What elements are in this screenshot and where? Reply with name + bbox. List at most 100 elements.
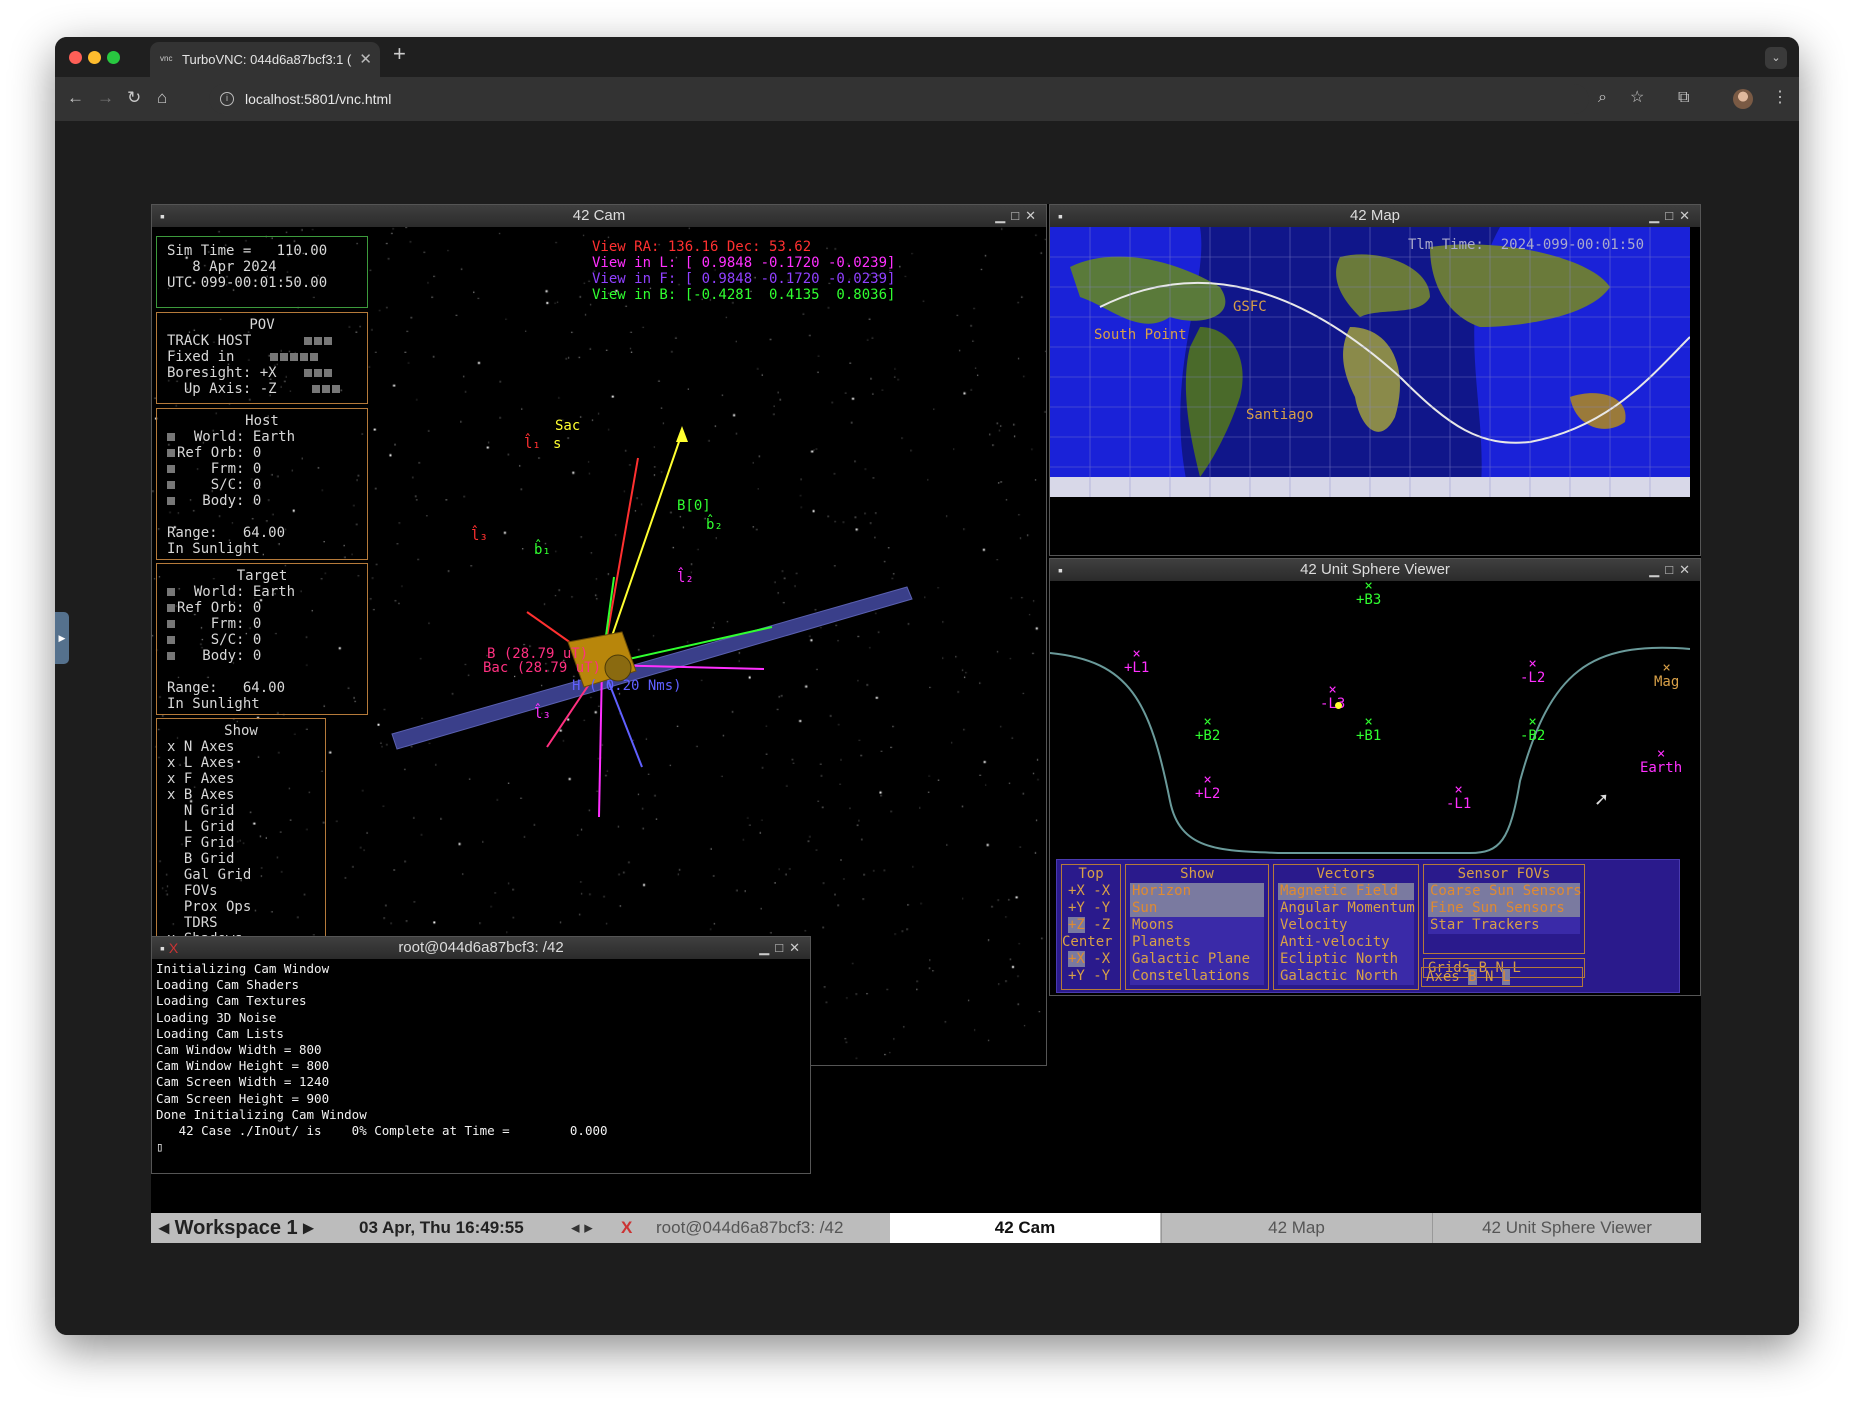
toggle-fine-sun-sensors[interactable]: Fine Sun Sensors [1428,900,1580,917]
top-z-row[interactable]: +Z -Z [1066,917,1116,934]
window-menu-icon[interactable]: ▪ [160,205,165,227]
top-box[interactable]: Top +X -X +Y -Y +Z -Z Center +X -X +Y -Y [1061,864,1121,990]
show-l-grid[interactable]: L Grid [167,819,325,835]
toggle-angular-momentum[interactable]: Angular Momentum [1278,900,1415,917]
show-n-grid[interactable]: N Grid [167,803,325,819]
show-gal-grid[interactable]: Gal Grid [167,867,325,883]
sphere-control-panel[interactable]: Top +X -X +Y -Y +Z -Z Center +X -X +Y -Y… [1056,859,1680,993]
toggle-ecliptic-north[interactable]: Ecliptic North [1278,951,1414,968]
task-sphere-viewer[interactable]: 42 Unit Sphere Viewer [1432,1213,1701,1243]
workspace-switcher[interactable]: ◂ Workspace 1 ▸ [159,1213,313,1243]
tab-search-chevron-icon[interactable]: ⌄ [1765,47,1787,69]
close-tab-icon[interactable]: ✕ [359,42,372,77]
center-y-row[interactable]: +Y -Y [1066,968,1116,985]
toggle-galactic-north[interactable]: Galactic North [1278,968,1414,985]
toggle-coarse-sun-sensors[interactable]: Coarse Sun Sensors [1428,883,1582,900]
menu-icon[interactable]: ⋮ [1772,87,1788,109]
window-controls-icon[interactable]: ▁□✕ [995,205,1042,227]
profile-icon[interactable] [1733,89,1753,109]
show-l-axes[interactable]: x L Axes [167,755,325,771]
toggle-horizon[interactable]: Horizon [1130,883,1264,900]
pov-fixed-in[interactable]: Fixed in [167,349,367,365]
axes-row[interactable]: Axes B N L [1421,967,1583,987]
window-controls-icon[interactable]: ▁□✕ [1649,205,1696,227]
extensions-icon[interactable]: ⧉ [1678,87,1689,109]
new-tab-button[interactable]: + [393,41,406,67]
pov-panel[interactable]: POV TRACK HOST Fixed in Boresight: +X Up… [156,312,368,404]
pov-track-host[interactable]: TRACK HOST [167,333,367,349]
toggle-star-trackers[interactable]: Star Trackers [1428,917,1580,934]
task-42-cam[interactable]: 42 Cam [890,1213,1160,1243]
task-nav-arrows[interactable]: ◂ ▸ [571,1213,593,1243]
center-x-row[interactable]: +X -X [1066,951,1116,968]
show-b-axes[interactable]: x B Axes [167,787,325,803]
terminal-titlebar[interactable]: ▪ X root@044d6a87bcf3: /42 ▁□✕ [152,937,810,959]
top-x-row[interactable]: +X -X [1066,883,1116,900]
back-icon[interactable]: ← [67,87,84,109]
show-box[interactable]: Show Horizon Sun Moons Planets Galactic … [1125,864,1269,990]
toggle-moons[interactable]: Moons [1130,917,1264,934]
site-info-icon[interactable]: i [220,92,234,106]
show-prox-ops[interactable]: Prox Ops [167,899,325,915]
target-row-world[interactable]: World: Earth [167,584,367,600]
host-panel[interactable]: Host World: Earth Ref Orb: 0 Frm: 0 S/C:… [156,408,368,560]
sphere-titlebar[interactable]: ▪ 42 Unit Sphere Viewer ▁□✕ [1050,559,1700,581]
toggle-anti-velocity[interactable]: Anti-velocity [1278,934,1414,951]
cam-titlebar[interactable]: ▪ 42 Cam ▁□✕ [152,205,1046,227]
show-tdrs[interactable]: TDRS [167,915,325,931]
host-row-frm[interactable]: Frm: 0 [167,461,367,477]
star-icon[interactable]: ☆ [1630,87,1644,109]
toggle-constellations[interactable]: Constellations [1130,968,1264,985]
zoom-icon[interactable]: ⌕ [1598,87,1607,109]
vnc-desktop[interactable]: ▪ 42 Cam ▁□✕ View RA: 136.16 Dec: 53.62 … [151,204,1701,1243]
zoom-window-button[interactable] [107,51,120,64]
show-header: Show [224,723,258,739]
window-menu-icon[interactable]: ▪ [1058,559,1063,581]
sphere-window[interactable]: ▪ 42 Unit Sphere Viewer ▁□✕ × +B3 × +L1 × -… [1049,558,1701,996]
map-titlebar[interactable]: ▪ 42 Map ▁□✕ [1050,205,1700,227]
window-menu-icon[interactable]: ▪ X [160,937,178,959]
window-controls-icon[interactable]: ▁□✕ [1649,559,1696,581]
terminal-output[interactable]: Initializing Cam Window Loading Cam Shad… [156,961,608,1155]
host-row-world[interactable]: World: Earth [167,429,367,445]
host-row-sc[interactable]: S/C: 0 [167,477,367,493]
task-terminal[interactable]: root@044d6a87bcf3: /42 [656,1213,876,1243]
browser-toolbar: ← → ↻ ⌂ i localhost:5801/vnc.html ⌕ ☆ ⧉ … [55,77,1799,121]
forward-icon[interactable]: → [97,87,114,109]
task-42-map[interactable]: 42 Map [1161,1213,1431,1243]
host-row-reforb[interactable]: Ref Orb: 0 [167,445,367,461]
minimize-window-button[interactable] [88,51,101,64]
top-y-row[interactable]: +Y -Y [1066,900,1116,917]
target-panel[interactable]: Target World: Earth Ref Orb: 0 Frm: 0 S/… [156,563,368,715]
close-window-button[interactable] [69,51,82,64]
tab-turbovnc[interactable]: vnc TurboVNC: 044d6a87bcf3:1 ( ✕ [150,42,380,77]
window-controls-icon[interactable]: ▁□✕ [759,937,806,959]
address-bar[interactable]: i localhost:5801/vnc.html [209,84,1589,114]
show-f-grid[interactable]: F Grid [167,835,325,851]
show-f-axes[interactable]: x F Axes [167,771,325,787]
toggle-magnetic-field[interactable]: Magnetic Field [1278,883,1414,900]
target-row-frm[interactable]: Frm: 0 [167,616,367,632]
show-n-axes[interactable]: x N Axes [167,739,325,755]
target-row-body[interactable]: Body: 0 [167,648,367,664]
sensor-fovs-box[interactable]: Sensor FOVs Coarse Sun Sensors Fine Sun … [1423,864,1585,954]
map-window[interactable]: ▪ 42 Map ▁□✕ Tlm Time: 2024-099-00:01:50… [1049,204,1701,556]
target-row-reforb[interactable]: Ref Orb: 0 [167,600,367,616]
terminal-window[interactable]: ▪ X root@044d6a87bcf3: /42 ▁□✕ Initializ… [151,936,811,1174]
reload-icon[interactable]: ↻ [127,87,141,109]
toggle-velocity[interactable]: Velocity [1278,917,1414,934]
toggle-galactic-plane[interactable]: Galactic Plane [1130,951,1264,968]
show-panel[interactable]: Show x N Axes x L Axes x F Axes x B Axes… [156,718,326,958]
pov-boresight[interactable]: Boresight: +X [167,365,367,381]
target-row-sc[interactable]: S/C: 0 [167,632,367,648]
window-menu-icon[interactable]: ▪ [1058,205,1063,227]
show-b-grid[interactable]: B Grid [167,851,325,867]
toggle-planets[interactable]: Planets [1130,934,1264,951]
vectors-box[interactable]: Vectors Magnetic Field Angular Momentum … [1273,864,1419,990]
host-row-body[interactable]: Body: 0 [167,493,367,509]
show-fovs[interactable]: FOVs [167,883,325,899]
pov-up-axis[interactable]: Up Axis: -Z [167,381,367,397]
toggle-sun[interactable]: Sun [1130,900,1264,917]
home-icon[interactable]: ⌂ [157,87,167,109]
novnc-control-handle[interactable]: ▶ [55,612,69,664]
